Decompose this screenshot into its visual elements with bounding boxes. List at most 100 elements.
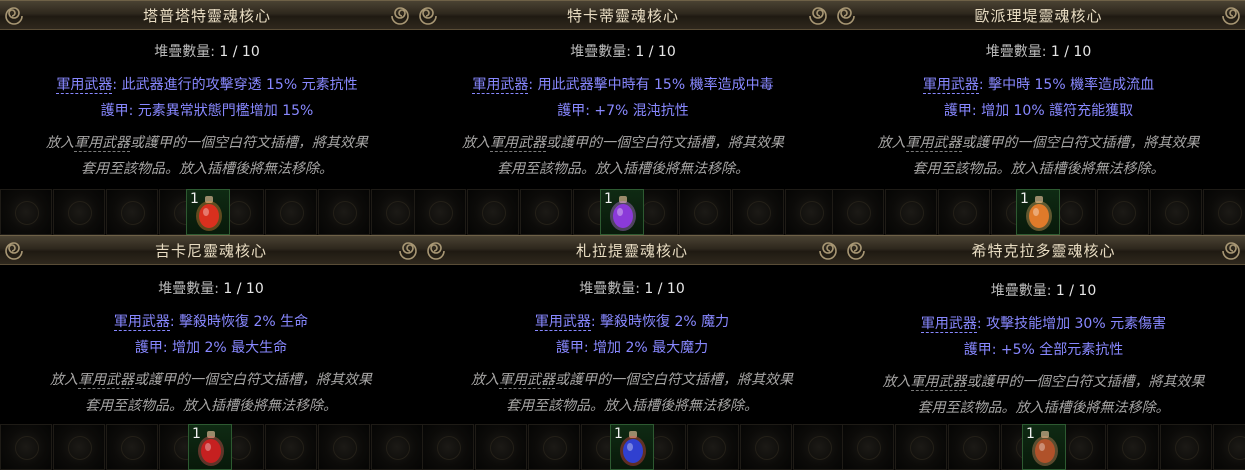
inventory-cell[interactable] <box>885 189 937 235</box>
tooltip-header: 歐派理堤靈魂核心 <box>832 0 1245 30</box>
flavor-keyword[interactable]: 軍用武器 <box>490 135 546 152</box>
weapon-effect: : 擊殺時恢復 2% 魔力 <box>590 314 730 330</box>
inventory-cell[interactable] <box>785 189 832 235</box>
flavor-text-line-1: 放入軍用武器或護甲的一個空白符文插槽，將其效果 <box>422 371 842 389</box>
inventory-cell[interactable] <box>948 424 1000 470</box>
weapon-keyword[interactable]: 軍用武器 <box>922 77 979 94</box>
inventory-cell[interactable] <box>1160 424 1212 470</box>
inventory-cell[interactable] <box>414 189 466 235</box>
armour-keyword: 護甲 <box>943 103 972 119</box>
inventory-cell[interactable] <box>1213 424 1245 470</box>
armour-effect: : 增加 2% 最大魔力 <box>583 340 709 356</box>
item-slot[interactable]: 1 <box>1016 189 1060 235</box>
inventory-cell[interactable] <box>1150 189 1202 235</box>
armour-modifier: 護甲: 增加 10% 護符充能獲取 <box>832 102 1245 120</box>
header-ornament-icon <box>5 7 23 25</box>
inventory-cell[interactable] <box>371 424 422 470</box>
inventory-cell[interactable] <box>106 189 158 235</box>
item-slot[interactable]: 1 <box>188 424 232 470</box>
inventory-cell[interactable] <box>265 424 317 470</box>
stack-value: 1 / 10 <box>1055 283 1097 299</box>
armour-effect: : 元素異常狀態門檻增加 15% <box>128 103 314 119</box>
flavor-keyword[interactable]: 軍用武器 <box>910 374 967 391</box>
inventory-cell[interactable] <box>1203 189 1245 235</box>
inventory-cell[interactable] <box>1107 424 1159 470</box>
flavor-text-line-1: 放入軍用武器或護甲的一個空白符文插槽，將其效果 <box>0 371 422 389</box>
item-slot[interactable]: 1 <box>186 189 230 235</box>
inventory-cell[interactable] <box>467 189 519 235</box>
item-slot[interactable]: 1 <box>1022 424 1066 470</box>
tooltip-header: 希特克拉多靈魂核心 <box>842 235 1245 265</box>
inventory-cell[interactable] <box>687 424 739 470</box>
armour-modifier: 護甲: +7% 混沌抗性 <box>414 102 832 120</box>
item-slot[interactable]: 1 <box>600 189 644 235</box>
flavor-text-line-1: 放入軍用武器或護甲的一個空白符文插槽，將其效果 <box>842 373 1245 391</box>
inventory-cell[interactable] <box>53 189 105 235</box>
weapon-keyword[interactable]: 軍用武器 <box>56 77 113 94</box>
flavor-text-line-2: 套用至該物品。放入插槽後將無法移除。 <box>912 161 1165 177</box>
weapon-modifier: 軍用武器: 擊中時 15% 機率造成流血 <box>832 76 1245 94</box>
armour-keyword: 護甲 <box>555 340 584 356</box>
inventory-cell[interactable] <box>842 424 894 470</box>
inventory-cell[interactable] <box>475 424 527 470</box>
weapon-keyword[interactable]: 軍用武器 <box>534 314 591 331</box>
tooltip-header: 塔普塔特靈魂核心 <box>0 0 414 30</box>
flavor-keyword[interactable]: 軍用武器 <box>499 372 555 389</box>
flavor-text: 放入 <box>50 372 78 388</box>
header-ornament-icon <box>837 7 855 25</box>
weapon-keyword[interactable]: 軍用武器 <box>920 316 977 333</box>
rune-tooltip-card: 特卡蒂靈魂核心 堆疊數量: 1 / 10 軍用武器: 用此武器擊中時有 15% … <box>414 0 832 235</box>
inventory-cell[interactable] <box>265 189 317 235</box>
item-title: 歐派理堤靈魂核心 <box>974 6 1103 25</box>
armour-effect: : 增加 10% 護符充能獲取 <box>971 103 1134 119</box>
soul-core-icon <box>1032 431 1058 466</box>
item-slot[interactable]: 1 <box>610 424 654 470</box>
inventory-cell[interactable] <box>0 189 52 235</box>
weapon-modifier: 軍用武器: 用此武器擊中時有 15% 機率造成中毒 <box>414 76 832 94</box>
inventory-cell[interactable] <box>528 424 580 470</box>
stack-label: 堆疊數量: <box>154 44 215 60</box>
inventory-cell[interactable] <box>679 189 731 235</box>
stack-value: 1 / 10 <box>635 44 676 60</box>
stack-value: 1 / 10 <box>644 281 685 297</box>
armour-modifier: 護甲: 增加 2% 最大生命 <box>0 339 422 357</box>
armour-keyword: 護甲 <box>100 103 129 119</box>
armour-modifier: 護甲: 增加 2% 最大魔力 <box>422 339 842 357</box>
flavor-text-line-2: 套用至該物品。放入插槽後將無法移除。 <box>497 161 749 177</box>
armour-effect: : 增加 2% 最大生命 <box>162 340 288 356</box>
item-title: 塔普塔特靈魂核心 <box>142 6 271 25</box>
inventory-cell[interactable] <box>422 424 474 470</box>
inventory-cell[interactable] <box>732 189 784 235</box>
weapon-effect: : 擊中時 15% 機率造成流血 <box>978 77 1155 93</box>
inventory-cell[interactable] <box>740 424 792 470</box>
header-ornament-icon <box>391 7 409 25</box>
inventory-cell[interactable] <box>520 189 572 235</box>
armour-keyword: 護甲 <box>134 340 163 356</box>
weapon-keyword[interactable]: 軍用武器 <box>472 77 529 94</box>
inventory-cell[interactable] <box>318 424 370 470</box>
flavor-text: 放入 <box>46 135 74 151</box>
inventory-cell[interactable] <box>371 189 414 235</box>
inventory-cell[interactable] <box>793 424 842 470</box>
inventory-cell[interactable] <box>1097 189 1149 235</box>
flavor-keyword[interactable]: 軍用武器 <box>905 135 962 152</box>
inventory-cell[interactable] <box>53 424 105 470</box>
flavor-keyword[interactable]: 軍用武器 <box>78 372 134 389</box>
weapon-keyword[interactable]: 軍用武器 <box>113 314 170 331</box>
header-ornament-icon <box>1222 242 1240 260</box>
header-ornament-icon <box>419 7 437 25</box>
inventory-cell[interactable] <box>895 424 947 470</box>
flavor-text: 或護甲的一個空白符文插槽，將其效果 <box>134 372 372 388</box>
inventory-cell[interactable] <box>938 189 990 235</box>
flavor-text-line-2: 套用至該物品。放入插槽後將無法移除。 <box>917 400 1170 416</box>
item-title: 特卡蒂靈魂核心 <box>566 6 679 25</box>
inventory-cell[interactable] <box>318 189 370 235</box>
flavor-text: 或護甲的一個空白符文插槽，將其效果 <box>546 135 784 151</box>
inventory-cell[interactable] <box>106 424 158 470</box>
inventory-cell[interactable] <box>832 189 884 235</box>
flavor-keyword[interactable]: 軍用武器 <box>74 135 130 152</box>
weapon-modifier: 軍用武器: 擊殺時恢復 2% 生命 <box>0 313 422 331</box>
stack-size: 堆疊數量: 1 / 10 <box>832 43 1245 61</box>
inventory-cell[interactable] <box>0 424 52 470</box>
flavor-text-line-1: 放入軍用武器或護甲的一個空白符文插槽，將其效果 <box>832 134 1245 152</box>
